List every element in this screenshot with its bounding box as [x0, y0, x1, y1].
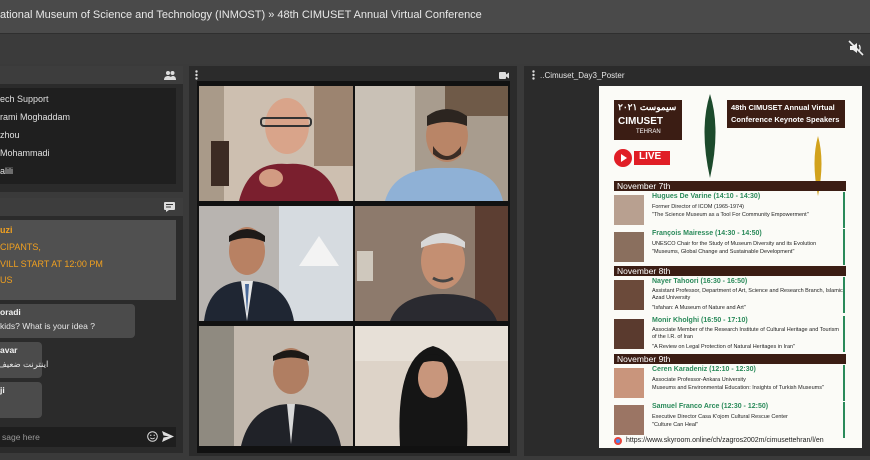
leaf-icon [704, 94, 716, 178]
speaker-muted-icon[interactable] [848, 40, 864, 56]
user-item[interactable]: zhou [0, 130, 20, 140]
video-tile[interactable] [199, 206, 353, 321]
play-icon [614, 149, 632, 167]
message-sender: avar [0, 345, 18, 355]
chat-input[interactable] [0, 429, 144, 445]
notice-line: CIPANTS, [0, 242, 41, 252]
message-sender: ji [0, 385, 5, 395]
video-tile[interactable] [355, 86, 508, 201]
speaker-card: Hugues De Varine (14:10 - 14:30) Former … [614, 192, 846, 228]
notice-line: uzi [0, 225, 13, 235]
emoji-icon[interactable] [147, 431, 158, 442]
chat-input-bar [0, 427, 176, 447]
menu-dots-icon[interactable] [195, 70, 198, 80]
day-header: November 9th [614, 354, 846, 364]
message-text: kids? What is your idea ? [0, 321, 95, 331]
poster-panel: ..Cimuset_Day3_Poster ۲۰۲۱ سیموست CIMUSE… [524, 66, 870, 456]
user-item[interactable]: Mohammadi [0, 148, 50, 158]
chat-message: oradi kids? What is your idea ? [0, 304, 135, 338]
day-header: November 8th [614, 266, 846, 276]
chat-message: ji [0, 382, 42, 418]
video-tile[interactable] [355, 326, 508, 446]
users-panel: ech Support rami Moghaddam zhou Mohammad… [0, 66, 183, 192]
poster-header: 48th CIMUSET Annual Virtual Conference K… [727, 100, 845, 128]
chat-icon[interactable] [164, 202, 175, 212]
users-icon[interactable] [164, 70, 176, 80]
live-badge: LIVE [614, 149, 672, 167]
cimuset-logo: ۲۰۲۱ سیموست CIMUSET TEHRAN [614, 100, 682, 140]
speaker-card: Nayer Tahoori (16:30 - 16:50) Assistant … [614, 277, 846, 313]
day-header: November 7th [614, 181, 846, 191]
menu-dots-icon[interactable] [532, 70, 535, 80]
speaker-card: Monir Kholghi (16:50 - 17:10) Associate … [614, 316, 846, 352]
user-item[interactable]: alili [0, 166, 13, 176]
speaker-photo [614, 232, 644, 262]
notice-line: US [0, 275, 13, 285]
video-panel [189, 66, 517, 456]
speaker-photo [614, 319, 644, 349]
speaker-photo [614, 405, 644, 435]
video-grid [197, 81, 510, 453]
camera-icon[interactable] [499, 72, 509, 79]
video-tile[interactable] [199, 326, 353, 446]
send-icon[interactable] [162, 431, 174, 442]
speaker-photo [614, 195, 644, 225]
title-bar: ational Museum of Science and Technology… [0, 0, 870, 34]
user-item[interactable]: rami Moghaddam [0, 112, 70, 122]
chat-panel-header [0, 198, 183, 216]
speaker-photo [614, 368, 644, 398]
notice-line: VILL START AT 12:00 PM [0, 259, 103, 269]
speaker-card: Ceren Karadeniz (12:10 - 12:30) Associat… [614, 365, 846, 401]
pinned-notice: uzi CIPANTS, VILL START AT 12:00 PM US [0, 220, 176, 300]
chat-messages: uzi CIPANTS, VILL START AT 12:00 PM US o… [0, 220, 176, 430]
video-tile[interactable] [355, 206, 508, 321]
browser-icon [614, 437, 622, 445]
users-list: ech Support rami Moghaddam zhou Mohammad… [0, 88, 176, 184]
chat-panel: uzi CIPANTS, VILL START AT 12:00 PM US o… [0, 198, 183, 453]
user-item[interactable]: ech Support [0, 94, 49, 104]
speaker-card: François Mairesse (14:30 - 14:50) UNESCO… [614, 229, 846, 265]
speaker-card: Samuel Franco Arce (12:30 - 12:50) Execu… [614, 402, 846, 438]
toolbar [0, 34, 870, 64]
users-panel-header [0, 66, 183, 84]
poster-image: ۲۰۲۱ سیموست CIMUSET TEHRAN 48th CIMUSET … [599, 86, 862, 448]
poster-url: https://www.skyroom.online/ch/zagros2002… [626, 437, 824, 444]
message-sender: oradi [0, 307, 21, 317]
chat-message: avar اینترنت ضعیف [0, 342, 48, 378]
poster-panel-title: ..Cimuset_Day3_Poster [540, 71, 625, 80]
video-tile[interactable] [199, 86, 353, 201]
speaker-photo [614, 280, 644, 310]
page-title: ational Museum of Science and Technology… [0, 9, 482, 21]
message-text: اینترنت ضعیف [0, 359, 49, 369]
